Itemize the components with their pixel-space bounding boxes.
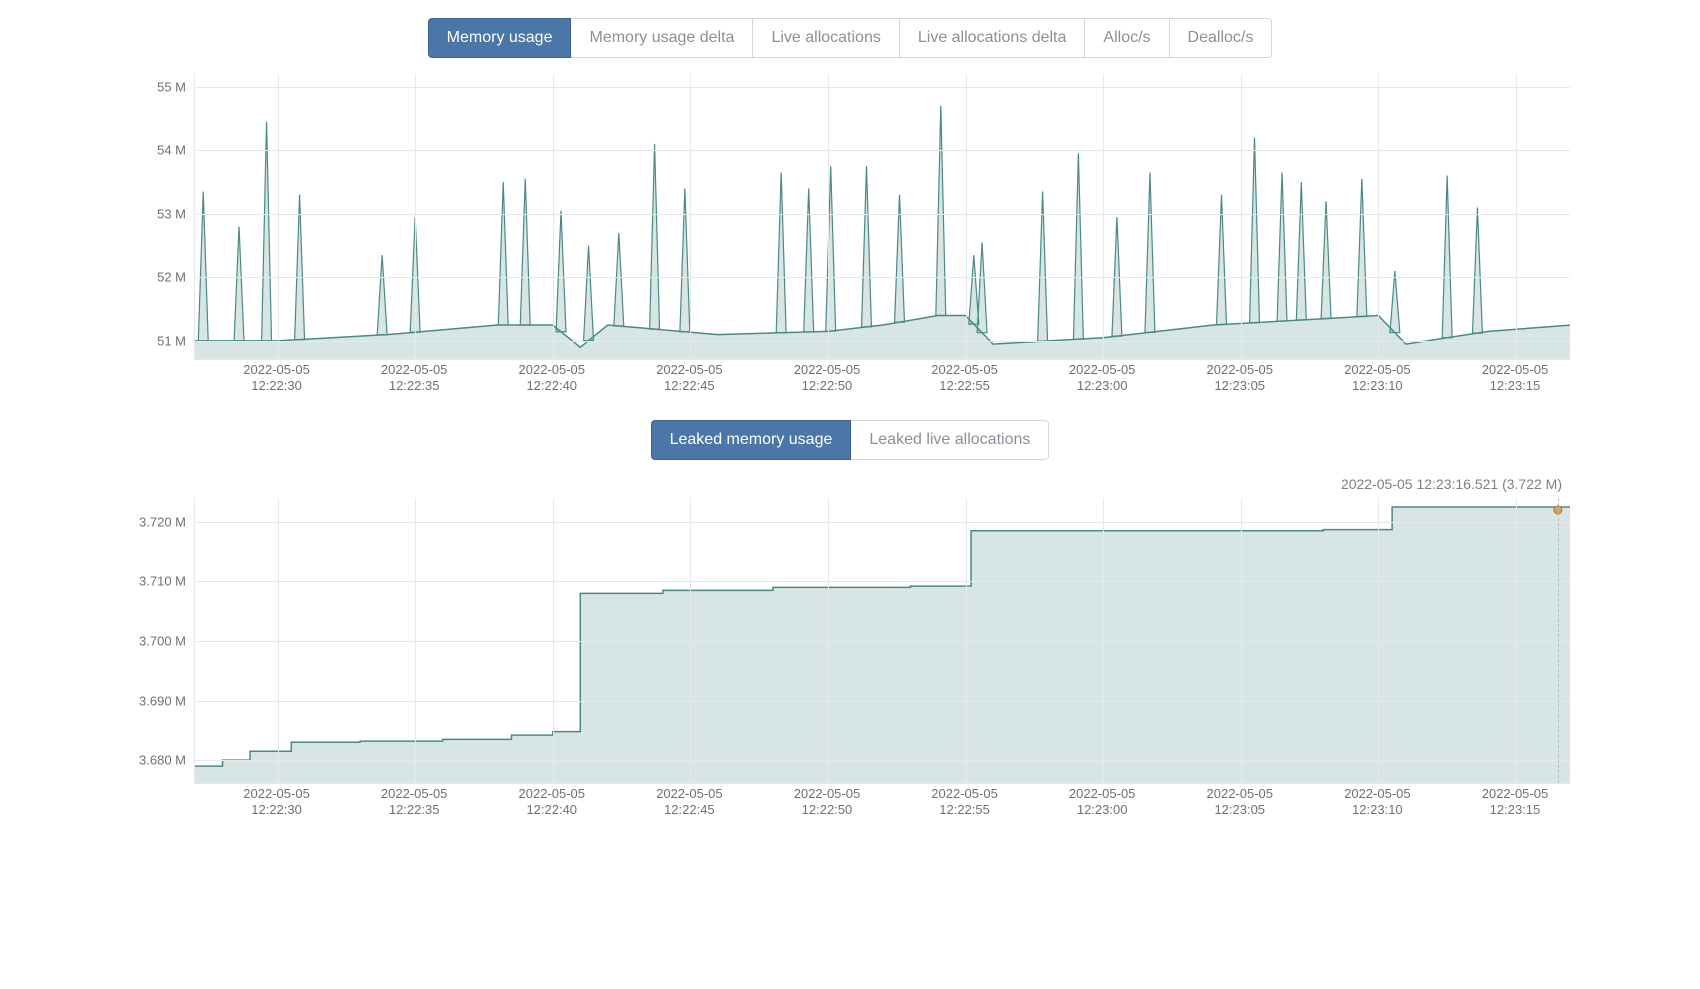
leaked-memory-chart[interactable]: 3.680 M 3.690 M 3.700 M 3.710 M 3.720 M 2022… [134,498,1566,818]
memory-tabs: Memory usageMemory usage deltaLive alloc… [130,18,1570,58]
memory-tab-1[interactable]: Memory usage delta [571,18,753,58]
y-tick-label: 51 M [157,333,186,348]
cursor-line [1558,498,1559,783]
memory-tab-2[interactable]: Live allocations [753,18,899,58]
x-tick-label: 2022-05-0512:22:40 [519,362,586,395]
x-tick-label: 2022-05-0512:22:30 [243,786,310,819]
x-tick-label: 2022-05-0512:22:35 [381,786,448,819]
x-tick-label: 2022-05-0512:23:05 [1207,786,1274,819]
x-tick-label: 2022-05-0512:22:35 [381,362,448,395]
x-tick-label: 2022-05-0512:23:00 [1069,362,1136,395]
x-tick-label: 2022-05-0512:22:55 [931,786,998,819]
memory-tab-0[interactable]: Memory usage [428,18,572,58]
x-tick-label: 2022-05-0512:23:05 [1207,362,1274,395]
memory-tab-4[interactable]: Alloc/s [1085,18,1169,58]
x-tick-label: 2022-05-0512:22:30 [243,362,310,395]
y-tick-label: 3.710 M [139,574,186,589]
x-tick-label: 2022-05-0512:23:15 [1482,362,1549,395]
leaked-tab-1[interactable]: Leaked live allocations [851,420,1049,460]
y-tick-label: 3.690 M [139,693,186,708]
y-tick-label: 55 M [157,79,186,94]
x-tick-label: 2022-05-0512:22:45 [656,362,723,395]
x-tick-label: 2022-05-0512:23:00 [1069,786,1136,819]
y-tick-label: 3.680 M [139,753,186,768]
x-tick-label: 2022-05-0512:22:40 [519,786,586,819]
x-tick-label: 2022-05-0512:22:55 [931,362,998,395]
x-tick-label: 2022-05-0512:23:10 [1344,786,1411,819]
x-tick-label: 2022-05-0512:23:15 [1482,786,1549,819]
y-tick-label: 54 M [157,143,186,158]
x-tick-label: 2022-05-0512:22:50 [794,362,861,395]
memory-usage-chart[interactable]: 51 M 52 M 53 M 54 M 55 M 2022-05-0512:22:30 2… [134,74,1566,394]
leaked-tabs: Leaked memory usageLeaked live allocatio… [130,420,1570,460]
hover-readout: 2022-05-05 12:23:16.521 (3.722 M) [1341,476,1562,492]
y-tick-label: 3.700 M [139,634,186,649]
y-tick-label: 53 M [157,206,186,221]
x-tick-label: 2022-05-0512:22:45 [656,786,723,819]
memory-tab-5[interactable]: Dealloc/s [1170,18,1273,58]
y-tick-label: 3.720 M [139,514,186,529]
y-tick-label: 52 M [157,270,186,285]
x-tick-label: 2022-05-0512:23:10 [1344,362,1411,395]
x-tick-label: 2022-05-0512:22:50 [794,786,861,819]
leaked-tab-0[interactable]: Leaked memory usage [651,420,852,460]
memory-tab-3[interactable]: Live allocations delta [900,18,1086,58]
